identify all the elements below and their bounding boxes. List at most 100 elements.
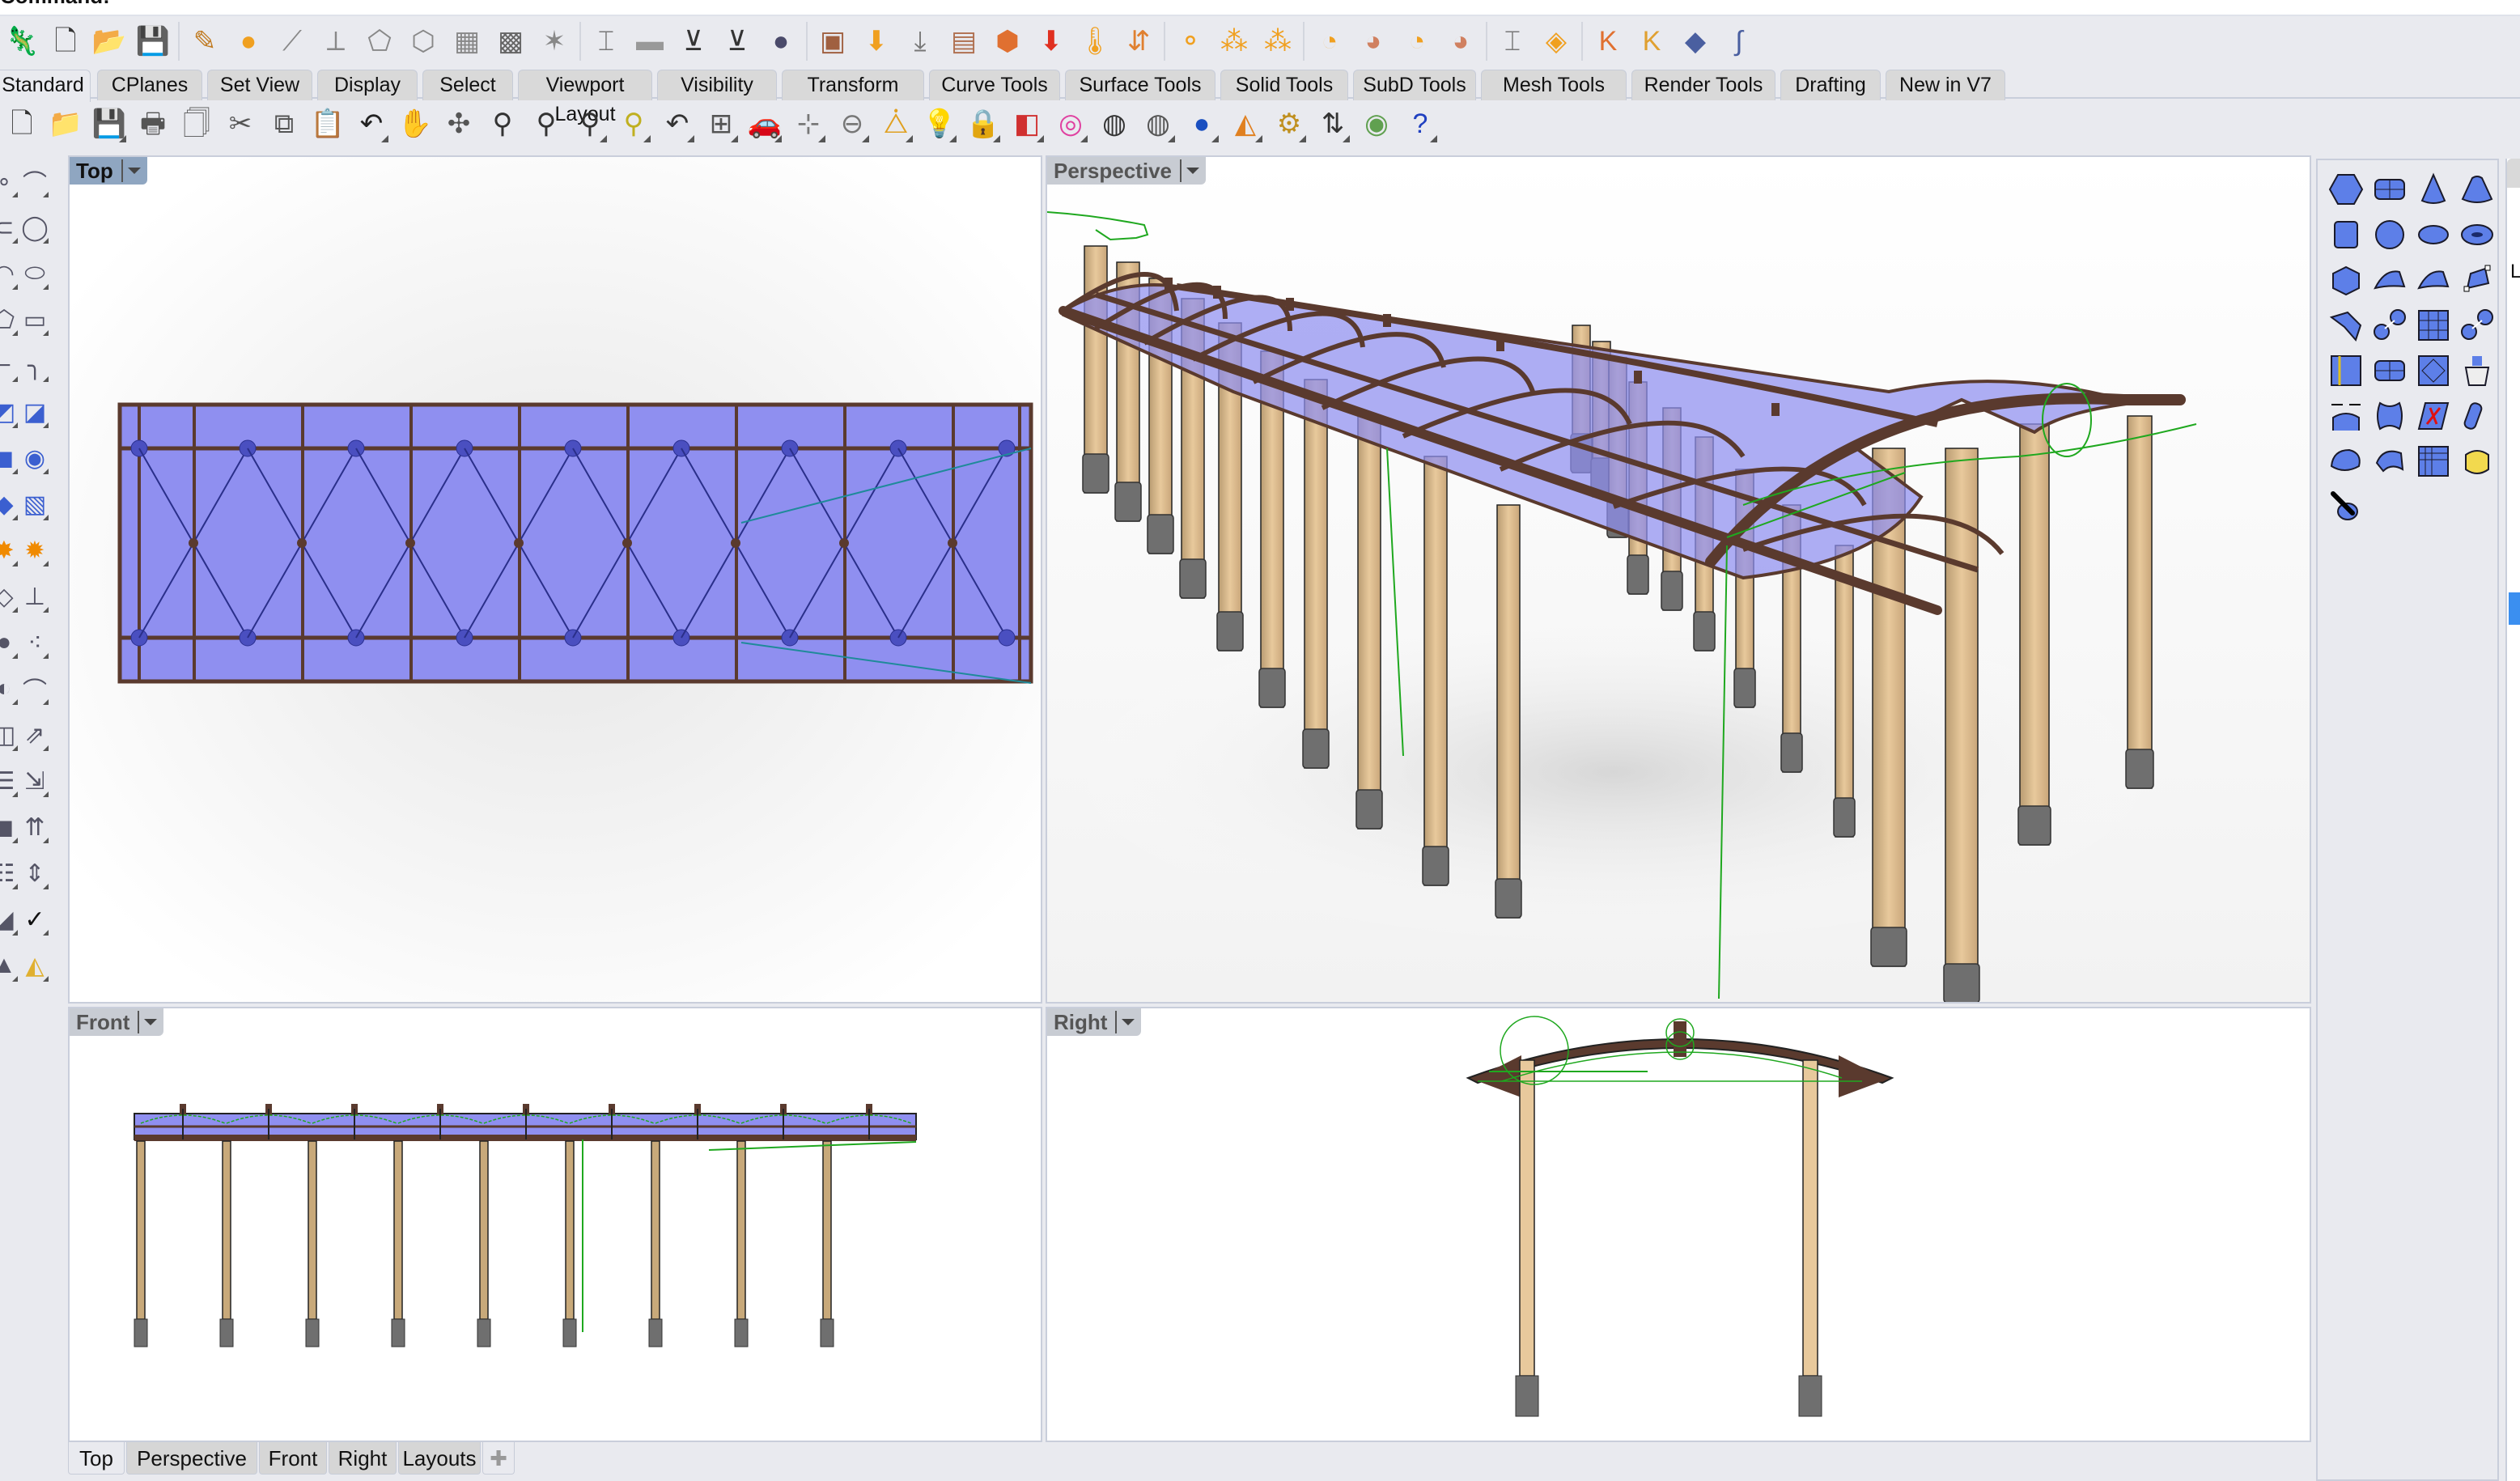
chevron-down-icon[interactable]: [144, 1019, 158, 1025]
flyout-indicator[interactable]: [643, 135, 651, 142]
result-force-button[interactable]: ◔: [1395, 19, 1439, 63]
result-moment-button[interactable]: ◕: [1439, 19, 1483, 63]
add-point-button[interactable]: ●: [227, 19, 270, 63]
zoom-dynamic-button[interactable]: ⚲: [481, 102, 524, 146]
add-flat-bar-button[interactable]: ▬: [628, 19, 672, 63]
flyout-indicator[interactable]: [43, 238, 49, 244]
offset-button[interactable]: ◐: [0, 669, 19, 708]
cut-button[interactable]: ✂: [218, 102, 262, 146]
flyout-indicator[interactable]: [1211, 135, 1219, 142]
tab-mesh-tools[interactable]: Mesh Tools: [1481, 70, 1627, 100]
render-button[interactable]: ◭: [1224, 102, 1267, 146]
copy-move-button[interactable]: ⇗: [19, 715, 50, 754]
flyout-indicator[interactable]: [687, 135, 694, 142]
solid-cone-button[interactable]: [2412, 167, 2455, 212]
options-button[interactable]: ⚙: [1267, 102, 1311, 146]
chevron-down-icon[interactable]: [1186, 168, 1199, 174]
flyout-indicator[interactable]: [43, 745, 49, 751]
lock-button[interactable]: 🔒: [961, 102, 1005, 146]
add-line-load-button[interactable]: ⤓: [898, 19, 942, 63]
flyout-indicator[interactable]: [1080, 135, 1088, 142]
solid-shell-button[interactable]: [2324, 348, 2368, 393]
freeform-button[interactable]: ⌐: [0, 346, 19, 385]
cplane-button[interactable]: ⊹: [787, 102, 830, 146]
select-objects-button[interactable]: ⧊: [874, 102, 918, 146]
solid-sweep-button[interactable]: [2368, 393, 2412, 439]
solid-boolean-difference-button[interactable]: [2412, 303, 2455, 348]
add-grid-button[interactable]: ▦: [445, 19, 489, 63]
chevron-down-icon[interactable]: [1122, 1019, 1135, 1025]
save-button[interactable]: 💾: [87, 102, 131, 146]
paste-button[interactable]: 📋: [306, 102, 350, 146]
tab-surface-tools[interactable]: Surface Tools: [1065, 70, 1215, 100]
circle-button[interactable]: ◯: [19, 208, 50, 247]
add-plate-button[interactable]: ⬠: [358, 19, 401, 63]
viewport-tab-front[interactable]: Front: [259, 1442, 327, 1475]
viewport-label-right[interactable]: Right: [1047, 1008, 1142, 1036]
rectangle-button[interactable]: ▭: [19, 300, 50, 339]
split-button[interactable]: ⊥: [19, 577, 50, 616]
solid-chamfer-button[interactable]: [2368, 439, 2412, 484]
flyout-indicator[interactable]: [12, 422, 18, 428]
tab-visibility[interactable]: Visibility: [657, 70, 777, 100]
viewport-tab-top[interactable]: Top: [68, 1442, 125, 1475]
flyout-indicator[interactable]: [12, 745, 18, 751]
four-viewports-button[interactable]: ⊞: [699, 102, 743, 146]
point-button[interactable]: ∘: [0, 162, 19, 201]
tab-viewport-layout[interactable]: Viewport Layout: [518, 70, 652, 125]
flyout-indicator[interactable]: [12, 515, 18, 520]
add-rail-button[interactable]: ⟂: [314, 19, 358, 63]
add-truss-button[interactable]: ▩: [489, 19, 532, 63]
tab-new-in-v7[interactable]: New in V7: [1886, 70, 2005, 100]
solid-fillet-button[interactable]: [2324, 439, 2368, 484]
add-point-load-button[interactable]: ⬇: [855, 19, 898, 63]
analysis-point-button[interactable]: ⚬: [1169, 19, 1212, 63]
tab-transform[interactable]: Transform: [782, 70, 924, 100]
solid-cylinder-button[interactable]: [2324, 212, 2368, 257]
solid-pipe-button[interactable]: [2324, 257, 2368, 303]
flyout-indicator[interactable]: [12, 284, 18, 290]
tab-curve-tools[interactable]: Curve Tools: [929, 70, 1060, 100]
flyout-indicator[interactable]: [43, 884, 49, 889]
flyout-indicator[interactable]: [43, 653, 49, 659]
cube-button[interactable]: ◼: [0, 808, 19, 847]
zoom-extents-button[interactable]: ⚲: [568, 102, 612, 146]
curve-button[interactable]: ⊂: [0, 208, 19, 247]
add-profile-button[interactable]: ⟋: [270, 19, 314, 63]
flyout-indicator[interactable]: [1037, 135, 1044, 142]
flyout-indicator[interactable]: [12, 607, 18, 613]
etabs-button[interactable]: ∫: [1717, 19, 1761, 63]
viewport-label-top[interactable]: Top: [70, 157, 147, 185]
solid-boolean-split-button[interactable]: [2455, 303, 2499, 348]
new-button[interactable]: 🗋: [0, 102, 44, 146]
flyout-indicator[interactable]: [12, 469, 18, 474]
flyout-indicator[interactable]: [12, 376, 18, 382]
tab-subd-tools[interactable]: SubD Tools: [1353, 70, 1476, 100]
flyout-indicator[interactable]: [949, 135, 957, 142]
solid-box-button[interactable]: [2324, 167, 2368, 212]
add-ibeam-button[interactable]: ⌶: [584, 19, 628, 63]
mirror-button[interactable]: ⇕: [19, 854, 50, 893]
viewport-label-perspective[interactable]: Perspective: [1047, 157, 1206, 185]
flyout-indicator[interactable]: [381, 135, 388, 142]
flyout-indicator[interactable]: [1168, 135, 1175, 142]
color-wheel-button[interactable]: ◎: [1049, 102, 1092, 146]
flyout-indicator[interactable]: [43, 699, 49, 705]
tab-cplanes[interactable]: CPlanes: [97, 70, 202, 100]
flyout-indicator[interactable]: [600, 135, 607, 142]
solid-cap-button[interactable]: [2368, 348, 2412, 393]
analyze-button[interactable]: ◢: [0, 900, 19, 939]
tab-select[interactable]: Select: [422, 70, 513, 100]
flyout-indicator[interactable]: [43, 976, 49, 982]
curve-offset-button[interactable]: ⌒: [19, 669, 50, 708]
tab-set-view[interactable]: Set View: [207, 70, 312, 100]
viewport-tab-right[interactable]: Right: [329, 1442, 397, 1475]
array-button[interactable]: ⇈: [19, 808, 50, 847]
sketch-button[interactable]: ◉: [1355, 102, 1398, 146]
edit-curve-button[interactable]: ✎: [183, 19, 227, 63]
plane-button[interactable]: ◆: [0, 485, 19, 524]
distribute-button[interactable]: ☷: [0, 854, 19, 893]
flyout-indicator[interactable]: [12, 699, 18, 705]
copy-button[interactable]: ⧉: [262, 102, 306, 146]
open-button[interactable]: 📁: [44, 102, 87, 146]
